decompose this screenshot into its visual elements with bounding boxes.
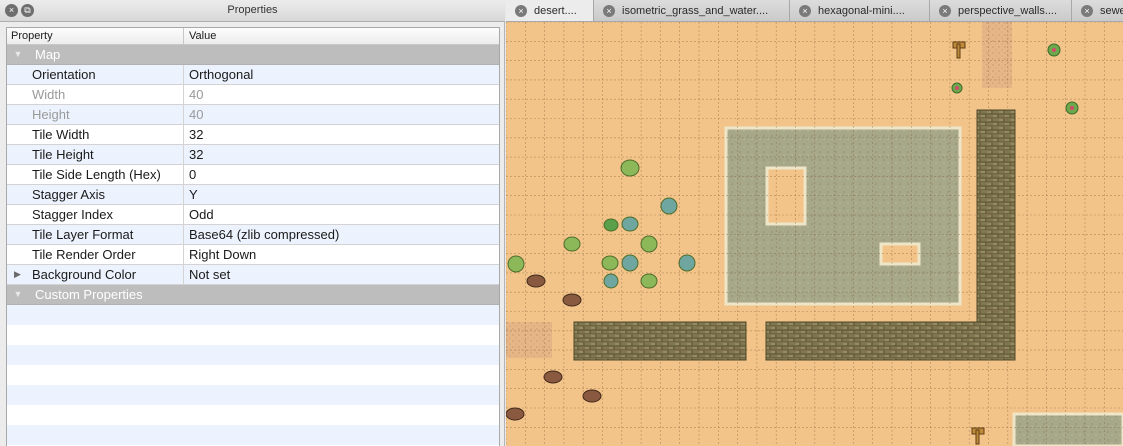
property-row[interactable]: Tile Side Length (Hex) 0 — [7, 165, 499, 185]
document-tab[interactable]: × sewe — [1072, 0, 1123, 21]
group-map[interactable]: ▼ Map — [7, 45, 499, 65]
property-name: Orientation — [7, 65, 184, 84]
tab-label: perspective_walls.... — [958, 5, 1058, 17]
empty-row — [7, 305, 499, 325]
property-name: Width — [7, 85, 184, 104]
property-value[interactable]: Right Down — [184, 245, 499, 264]
property-value[interactable]: 40 — [184, 85, 499, 104]
table-header: Property Value — [7, 28, 499, 45]
empty-row — [7, 345, 499, 365]
wall-horizontal — [573, 321, 747, 361]
empty-row — [7, 405, 499, 425]
gravel-patch — [506, 322, 552, 358]
document-tab[interactable]: × desert.... — [506, 0, 594, 21]
property-value[interactable]: Not set — [184, 265, 499, 284]
collapse-triangle-icon[interactable]: ▼ — [7, 45, 29, 64]
empty-row — [7, 325, 499, 345]
property-row[interactable]: Background Color ▶ Not set — [7, 265, 499, 285]
property-row[interactable]: Tile Height 32 — [7, 145, 499, 165]
expand-triangle-icon[interactable]: ▶ — [14, 265, 21, 284]
properties-table[interactable]: Property Value ▼ Map Orientation Orthogon… — [6, 27, 500, 446]
document-tab[interactable]: × isometric_grass_and_water.... — [594, 0, 790, 21]
close-tab-icon[interactable]: × — [939, 5, 951, 17]
property-value[interactable]: 32 — [184, 125, 499, 144]
property-name: Background Color ▶ — [7, 265, 184, 284]
property-row[interactable]: Tile Render Order Right Down — [7, 245, 499, 265]
tab-label: desert.... — [534, 5, 577, 17]
empty-row — [7, 385, 499, 405]
document-tab[interactable]: × hexagonal-mini.... — [790, 0, 930, 21]
wall-horizontal — [765, 321, 1016, 361]
property-value[interactable]: 32 — [184, 145, 499, 164]
column-header-value[interactable]: Value — [184, 28, 499, 44]
property-value[interactable]: Base64 (zlib compressed) — [184, 225, 499, 244]
property-row[interactable]: Height 40 — [7, 105, 499, 125]
property-row[interactable]: Stagger Axis Y — [7, 185, 499, 205]
tab-label: sewe — [1100, 5, 1123, 17]
property-name: Height — [7, 105, 184, 124]
property-row[interactable]: Stagger Index Odd — [7, 205, 499, 225]
property-value[interactable]: Y — [184, 185, 499, 204]
group-label: Map — [35, 47, 61, 62]
property-name: Stagger Index — [7, 205, 184, 224]
document-tabbar: × desert.... × isometric_grass_and_water...… — [506, 0, 1123, 22]
property-row[interactable]: Tile Width 32 — [7, 125, 499, 145]
property-row[interactable]: Orientation Orthogonal — [7, 65, 499, 85]
group-custom-properties[interactable]: ▼ Custom Properties — [7, 285, 499, 305]
collapse-triangle-icon[interactable]: ▼ — [7, 285, 29, 304]
empty-row — [7, 365, 499, 385]
group-label: Custom Properties — [35, 287, 143, 302]
properties-panel: × ⧉ Properties Property Value ▼ Map Orie… — [0, 0, 505, 446]
property-value[interactable]: Orthogonal — [184, 65, 499, 84]
property-row[interactable]: Width 40 — [7, 85, 499, 105]
property-name: Tile Height — [7, 145, 184, 164]
property-name: Tile Layer Format — [7, 225, 184, 244]
property-rows: Orientation Orthogonal Width 40 Height 40 Tile… — [7, 65, 499, 285]
property-name: Tile Width — [7, 125, 184, 144]
panel-title: Properties — [227, 4, 278, 16]
property-name: Tile Side Length (Hex) — [7, 165, 184, 184]
floor-window — [879, 242, 921, 266]
property-value[interactable]: 0 — [184, 165, 499, 184]
property-name: Tile Render Order — [7, 245, 184, 264]
close-tab-icon[interactable]: × — [515, 5, 527, 17]
column-header-property[interactable]: Property — [7, 28, 184, 44]
tilemap-render[interactable] — [506, 22, 1123, 446]
tab-label: hexagonal-mini.... — [818, 5, 905, 17]
properties-titlebar: × ⧉ Properties — [0, 0, 505, 22]
empty-row — [7, 425, 499, 445]
property-row[interactable]: Tile Layer Format Base64 (zlib compressed… — [7, 225, 499, 245]
close-tab-icon[interactable]: × — [799, 5, 811, 17]
tab-label: isometric_grass_and_water.... — [622, 5, 769, 17]
close-tab-icon[interactable]: × — [1081, 5, 1093, 17]
property-name: Stagger Axis — [7, 185, 184, 204]
property-value[interactable]: 40 — [184, 105, 499, 124]
empty-rows — [7, 305, 499, 446]
close-tab-icon[interactable]: × — [603, 5, 615, 17]
building-floor — [724, 126, 962, 306]
property-value[interactable]: Odd — [184, 205, 499, 224]
document-tab[interactable]: × perspective_walls.... — [930, 0, 1072, 21]
map-canvas[interactable] — [506, 22, 1123, 446]
wall-corner — [1012, 412, 1123, 446]
